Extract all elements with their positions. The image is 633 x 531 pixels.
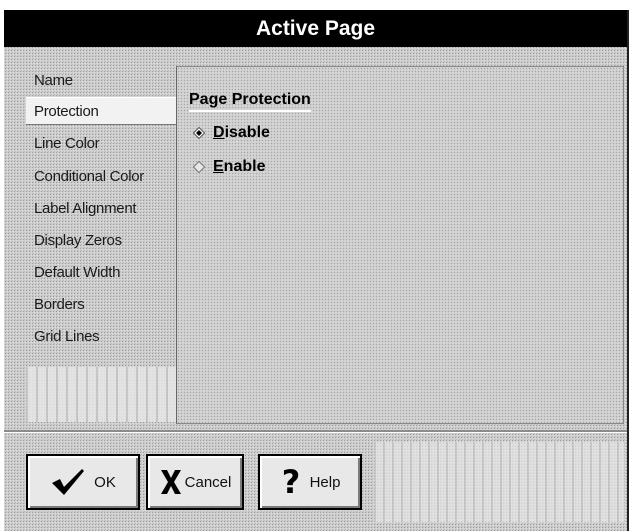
checkmark-icon bbox=[50, 467, 86, 497]
property-list: Name Protection Line Color Conditional C… bbox=[26, 67, 176, 422]
separator bbox=[4, 430, 627, 433]
x-icon bbox=[159, 468, 183, 496]
title-bar[interactable]: Active Page bbox=[4, 10, 627, 47]
cancel-label: Cancel bbox=[184, 473, 232, 491]
ok-button[interactable]: OK bbox=[26, 454, 140, 510]
question-icon: ? bbox=[280, 465, 302, 499]
property-item-borders[interactable]: Borders bbox=[26, 291, 176, 319]
enable-radio[interactable]: Enable bbox=[193, 155, 265, 179]
button-bar-filler bbox=[374, 442, 624, 522]
group-title: Page Protection bbox=[189, 91, 311, 112]
svg-text:?: ? bbox=[281, 465, 300, 499]
enable-mnemonic: E bbox=[213, 158, 224, 175]
property-item-label-alignment[interactable]: Label Alignment bbox=[26, 195, 176, 223]
property-item-protection[interactable]: Protection bbox=[26, 97, 176, 125]
radio-checked-icon bbox=[193, 127, 205, 139]
radio-unchecked-icon bbox=[193, 161, 205, 173]
page-protection-panel: Page Protection Disable Enable bbox=[176, 66, 624, 424]
disable-mnemonic: D bbox=[213, 124, 225, 141]
property-item-conditional-color[interactable]: Conditional Color bbox=[26, 163, 176, 191]
property-item-display-zeros[interactable]: Display Zeros bbox=[26, 227, 176, 255]
dialog-title: Active Page bbox=[255, 16, 376, 40]
disable-radio[interactable]: Disable bbox=[193, 121, 270, 145]
disable-label: isable bbox=[224, 124, 270, 141]
enable-label: nable bbox=[223, 158, 266, 175]
cancel-button[interactable]: Cancel bbox=[146, 454, 244, 510]
property-list-filler bbox=[26, 367, 176, 422]
property-item-default-width[interactable]: Default Width bbox=[26, 259, 176, 287]
help-label: Help bbox=[309, 473, 341, 491]
ok-label: OK bbox=[94, 473, 116, 491]
help-button[interactable]: ? Help bbox=[258, 454, 362, 510]
active-page-dialog: Active Page Name Protection Line Color C… bbox=[4, 10, 629, 531]
property-item-grid-lines[interactable]: Grid Lines bbox=[26, 323, 176, 351]
property-item-line-color[interactable]: Line Color bbox=[26, 130, 176, 158]
property-item-name[interactable]: Name bbox=[26, 67, 176, 95]
